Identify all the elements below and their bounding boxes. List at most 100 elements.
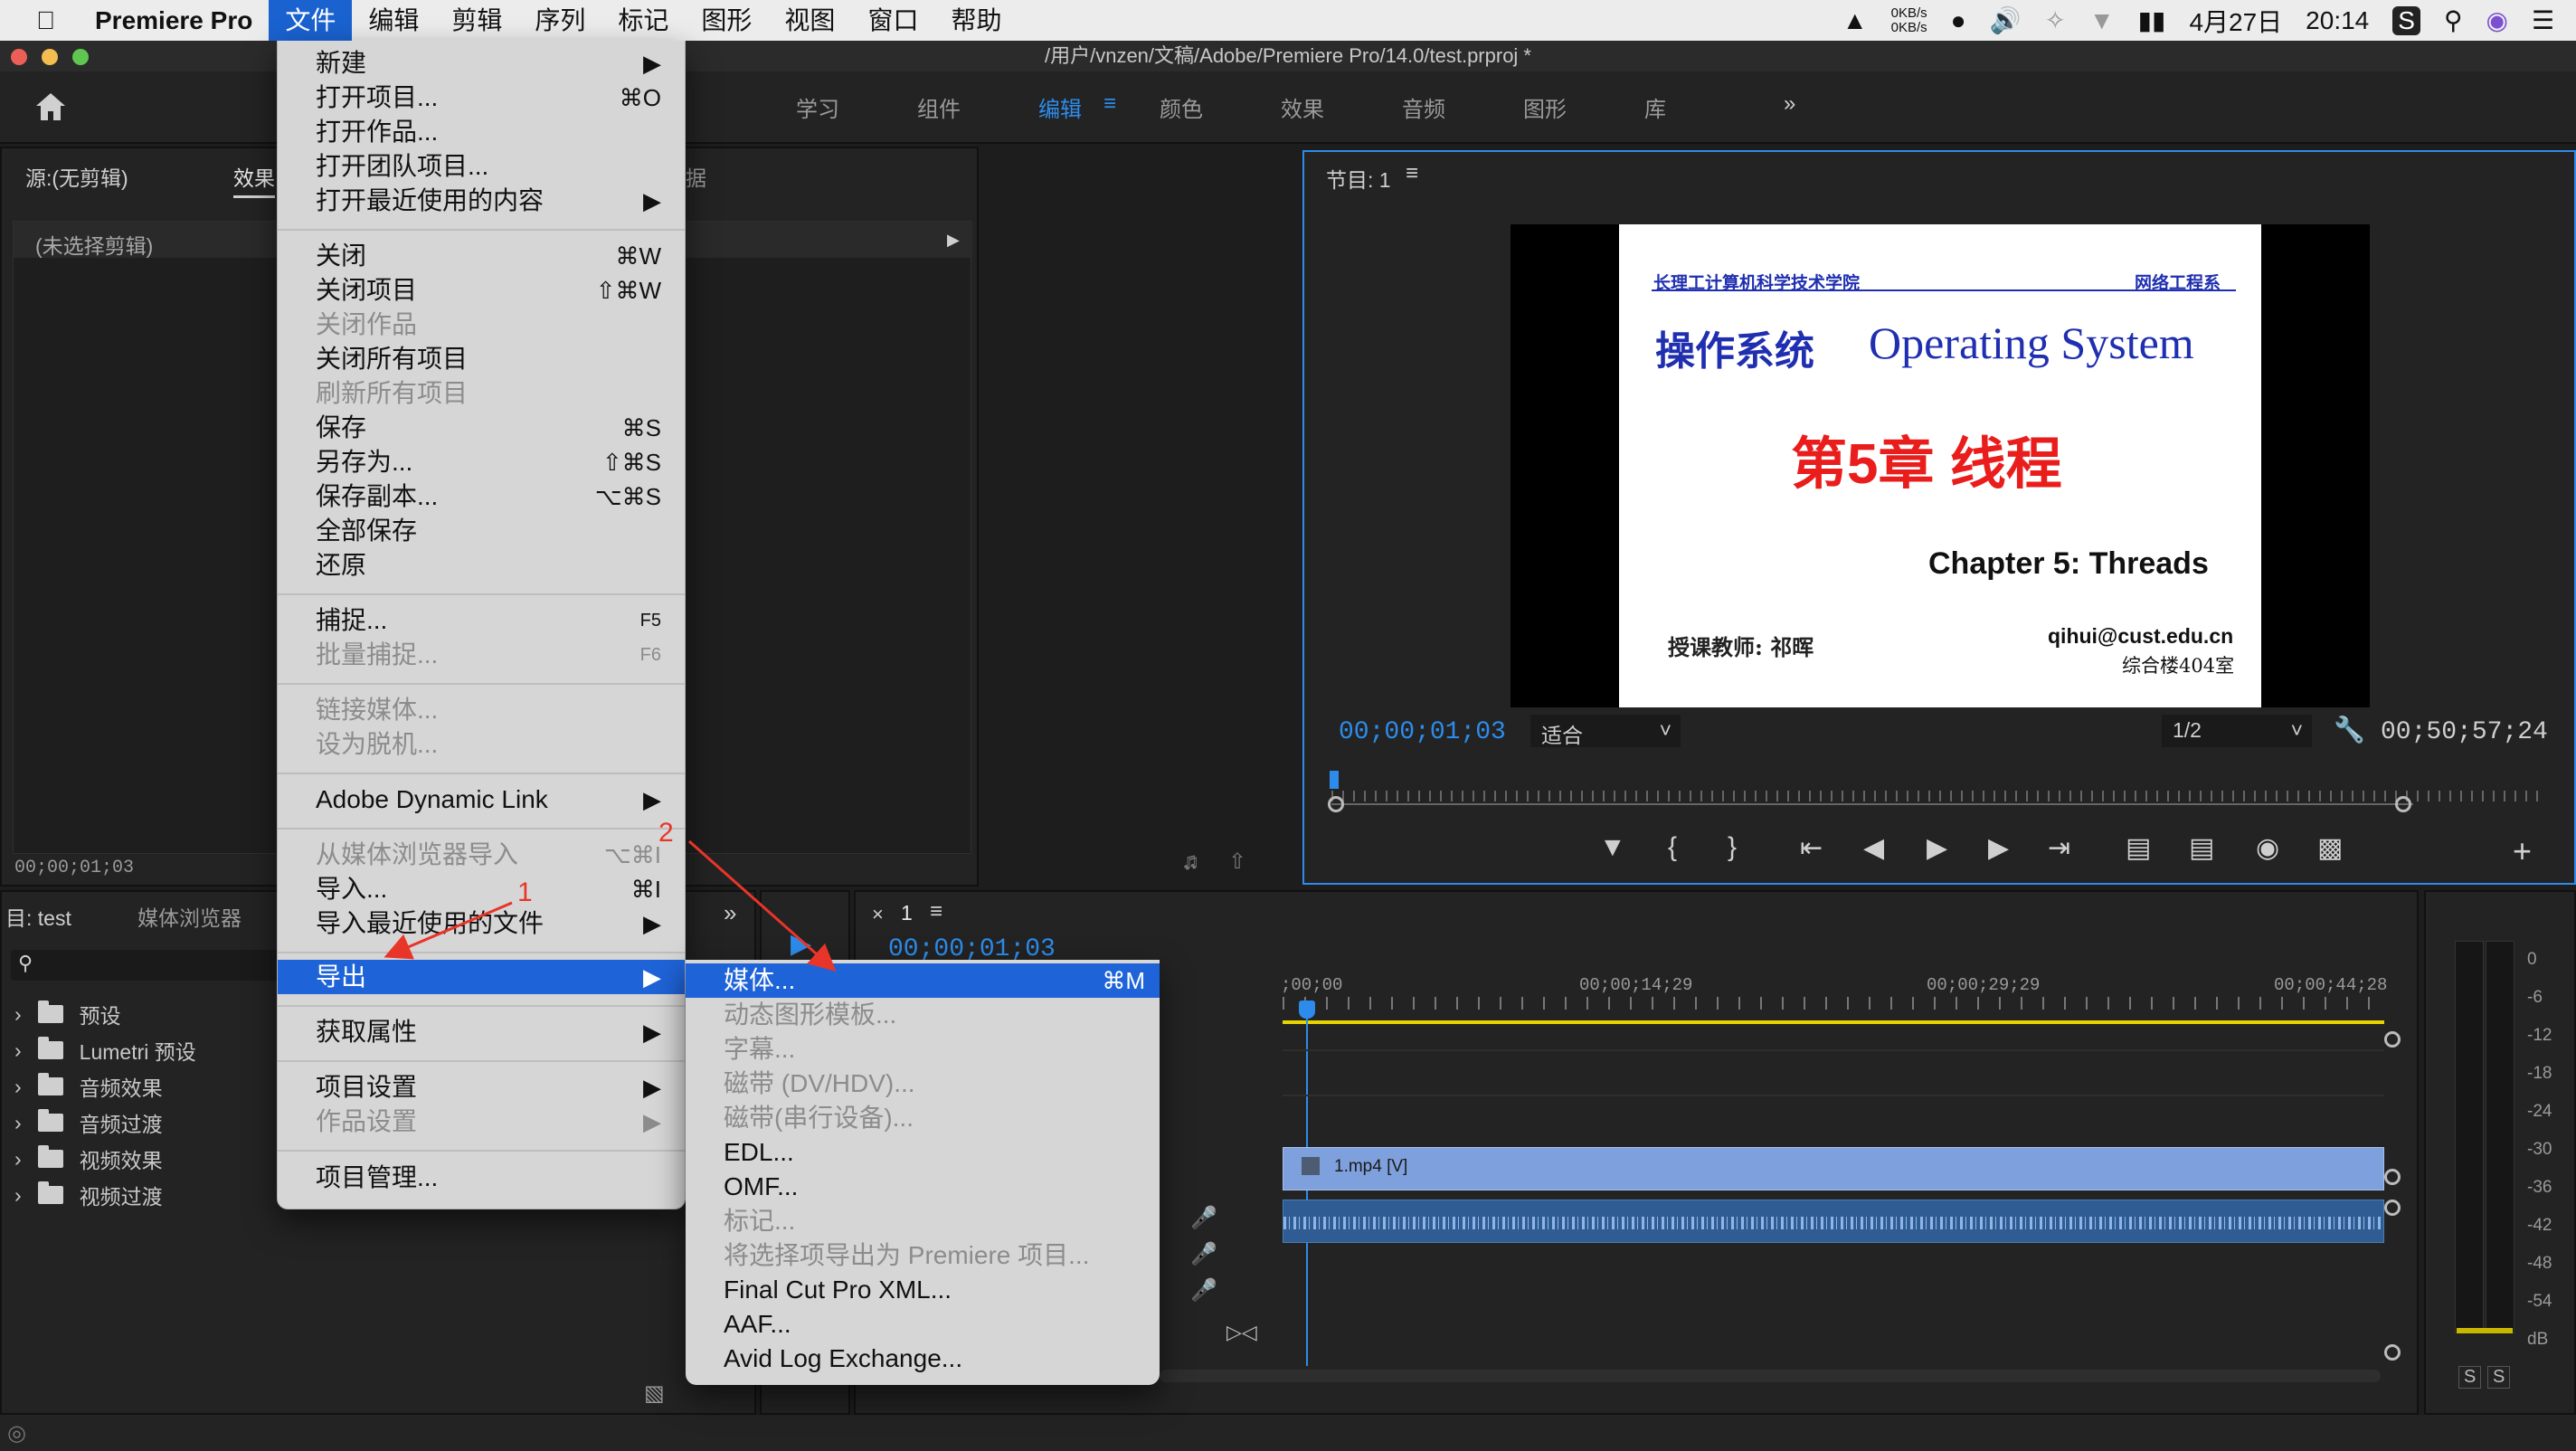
export-media[interactable]: 媒体... ⌘M	[686, 963, 1160, 998]
workspace-graphics[interactable]: 图形	[1523, 91, 1567, 123]
menu-item-close-project[interactable]: 关闭项目 ⇧⌘W	[278, 273, 685, 308]
menu-item-close[interactable]: 关闭 ⌘W	[278, 239, 685, 273]
close-sequence-icon[interactable]: ×	[872, 903, 884, 926]
resolution-dropdown[interactable]: 1/2 ˅	[2162, 715, 2312, 747]
mic-icon-a1[interactable]: 🎤	[1190, 1205, 1217, 1231]
zoom-window-button[interactable]	[72, 49, 89, 65]
workspace-overflow-button[interactable]: »	[1784, 91, 1795, 117]
selection-tool-icon[interactable]: ▶	[791, 928, 811, 960]
panel-menu-icon[interactable]: ≡	[1406, 161, 1418, 186]
workspace-assembly[interactable]: 组件	[917, 91, 961, 123]
menu-item-capture[interactable]: 捕捉... F5	[278, 603, 685, 638]
add-marker-icon[interactable]: ▼	[1599, 832, 1626, 863]
menubar-date[interactable]: 4月27日	[2189, 3, 2282, 39]
chevron-right-icon[interactable]: ›	[14, 1111, 22, 1135]
menu-item-import-recent[interactable]: 导入最近使用的文件 ▶	[278, 906, 685, 941]
menu-item-open-recent[interactable]: 打开最近使用的内容 ▶	[278, 184, 685, 218]
video-clip[interactable]: 1.mp4 [V]	[1283, 1147, 2384, 1190]
export-final-cut-xml[interactable]: Final Cut Pro XML...	[686, 1273, 1160, 1307]
menu-item-save-all[interactable]: 全部保存	[278, 514, 685, 548]
comparison-view-icon[interactable]: ▩	[2317, 832, 2343, 864]
lift-icon[interactable]: ▤	[2126, 832, 2151, 864]
chevron-right-icon[interactable]: ›	[14, 1002, 22, 1027]
wifi-icon[interactable]: ▼	[2089, 6, 2115, 35]
program-timecode[interactable]: 00;00;01;03	[1339, 718, 1506, 746]
menu-clip[interactable]: 剪辑	[435, 0, 518, 41]
sequence-tab[interactable]: 1	[901, 901, 913, 925]
folder-audio-effects[interactable]: › 音频效果	[14, 1071, 163, 1102]
zoom-handle-left[interactable]	[1328, 796, 1344, 812]
solo-left-button[interactable]: S	[2458, 1366, 2482, 1389]
menu-item-get-properties[interactable]: 获取属性 ▶	[278, 1015, 685, 1049]
workspace-editing[interactable]: 编辑	[1038, 91, 1082, 123]
control-center-icon[interactable]: ☰	[2532, 5, 2554, 35]
menu-graphics[interactable]: 图形	[685, 0, 768, 41]
track-end-handle[interactable]	[2384, 1200, 2401, 1216]
menubar-time[interactable]: 20:14	[2306, 6, 2369, 35]
fit-dropdown[interactable]: 适合 ˅	[1530, 715, 1681, 747]
menu-item-open-production[interactable]: 打开作品...	[278, 115, 685, 149]
menu-item-save-as[interactable]: 另存为... ⇧⌘S	[278, 445, 685, 479]
expand-triangle-icon[interactable]: ▶	[947, 231, 960, 250]
folder-video-effects[interactable]: › 视频效果	[14, 1143, 163, 1174]
app-menu[interactable]: Premiere Pro	[79, 0, 269, 41]
solo-right-button[interactable]: S	[2487, 1366, 2511, 1389]
time-ruler[interactable]	[1283, 997, 2384, 1010]
go-to-out-icon[interactable]: ⇥	[2048, 832, 2070, 864]
panel-overflow-icon[interactable]: »	[724, 899, 736, 927]
workspace-menu-icon[interactable]: ≡	[1103, 91, 1116, 117]
source-tab[interactable]: 源:(无剪辑)	[25, 161, 128, 192]
apple-icon[interactable]: 	[0, 0, 79, 41]
menu-view[interactable]: 视图	[768, 0, 851, 41]
status-icon[interactable]: ◎	[7, 1420, 26, 1446]
program-monitor-title[interactable]: 节目: 1	[1326, 163, 1391, 194]
master-track-icon[interactable]: ▷◁	[1226, 1321, 1257, 1344]
menu-item-dynamic-link[interactable]: Adobe Dynamic Link ▶	[278, 782, 685, 817]
mark-out-icon[interactable]: }	[1728, 832, 1737, 863]
folder-presets[interactable]: › 预设	[14, 999, 121, 1029]
step-forward-icon[interactable]: ▶	[1988, 832, 2009, 864]
audio-clip[interactable]	[1283, 1200, 2384, 1243]
track-end-handle[interactable]	[2384, 1344, 2401, 1361]
extract-icon[interactable]: ▤	[2189, 832, 2214, 864]
menu-item-project-settings[interactable]: 项目设置 ▶	[278, 1070, 685, 1105]
menu-markers[interactable]: 标记	[601, 0, 685, 41]
step-back-icon[interactable]: ◀	[1863, 832, 1884, 864]
home-icon[interactable]	[34, 91, 67, 122]
cat-icon[interactable]: ▲	[1842, 6, 1868, 35]
play-icon[interactable]: ▶	[1927, 832, 1947, 864]
menu-help[interactable]: 帮助	[934, 0, 1018, 41]
spotlight-search-icon[interactable]: ⚲	[2444, 5, 2463, 35]
playhead-handle[interactable]	[1299, 1001, 1315, 1019]
menu-file[interactable]: 文件	[269, 0, 353, 41]
panel-menu-icon[interactable]: ≡	[930, 899, 942, 925]
zoom-bar[interactable]	[1331, 803, 2413, 805]
volume-icon[interactable]: 🔊	[1990, 5, 2022, 35]
folder-lumetri[interactable]: › Lumetri 预设	[14, 1035, 196, 1066]
export-omf[interactable]: OMF...	[686, 1170, 1160, 1204]
chevron-right-icon[interactable]: ›	[14, 1038, 22, 1063]
workspace-learning[interactable]: 学习	[796, 91, 839, 123]
menu-item-export[interactable]: 导出 ▶	[278, 960, 685, 994]
close-window-button[interactable]	[11, 49, 27, 65]
work-area-bar[interactable]	[1283, 1020, 2384, 1024]
bluetooth-icon[interactable]: ✧	[2044, 5, 2065, 35]
new-bin-icon[interactable]: ▧	[644, 1380, 665, 1407]
export-avid-log-exchange[interactable]: Avid Log Exchange...	[686, 1342, 1160, 1376]
mic-icon-a3[interactable]: 🎤	[1190, 1277, 1217, 1304]
mark-in-icon[interactable]: {	[1668, 832, 1677, 863]
menu-item-open-project[interactable]: 打开项目... ⌘O	[278, 81, 685, 115]
timeline-scrollbar[interactable]	[1160, 1370, 2381, 1382]
battery-icon[interactable]: ▮▮	[2138, 5, 2166, 35]
menu-edit[interactable]: 编辑	[352, 0, 435, 41]
wrench-icon[interactable]: 🔧	[2334, 715, 2365, 744]
go-to-in-icon[interactable]: ⇤	[1800, 832, 1823, 864]
scrub-bar[interactable]	[1331, 776, 2543, 801]
menu-item-save[interactable]: 保存 ⌘S	[278, 411, 685, 445]
menu-item-revert[interactable]: 还原	[278, 548, 685, 583]
workspace-effects[interactable]: 效果	[1281, 91, 1324, 123]
project-tab[interactable]: 目: test	[5, 901, 71, 932]
folder-video-transitions[interactable]: › 视频过渡	[14, 1180, 163, 1210]
siri-icon[interactable]: ◉	[2486, 5, 2507, 35]
menu-item-new[interactable]: 新建 ▶	[278, 46, 685, 81]
